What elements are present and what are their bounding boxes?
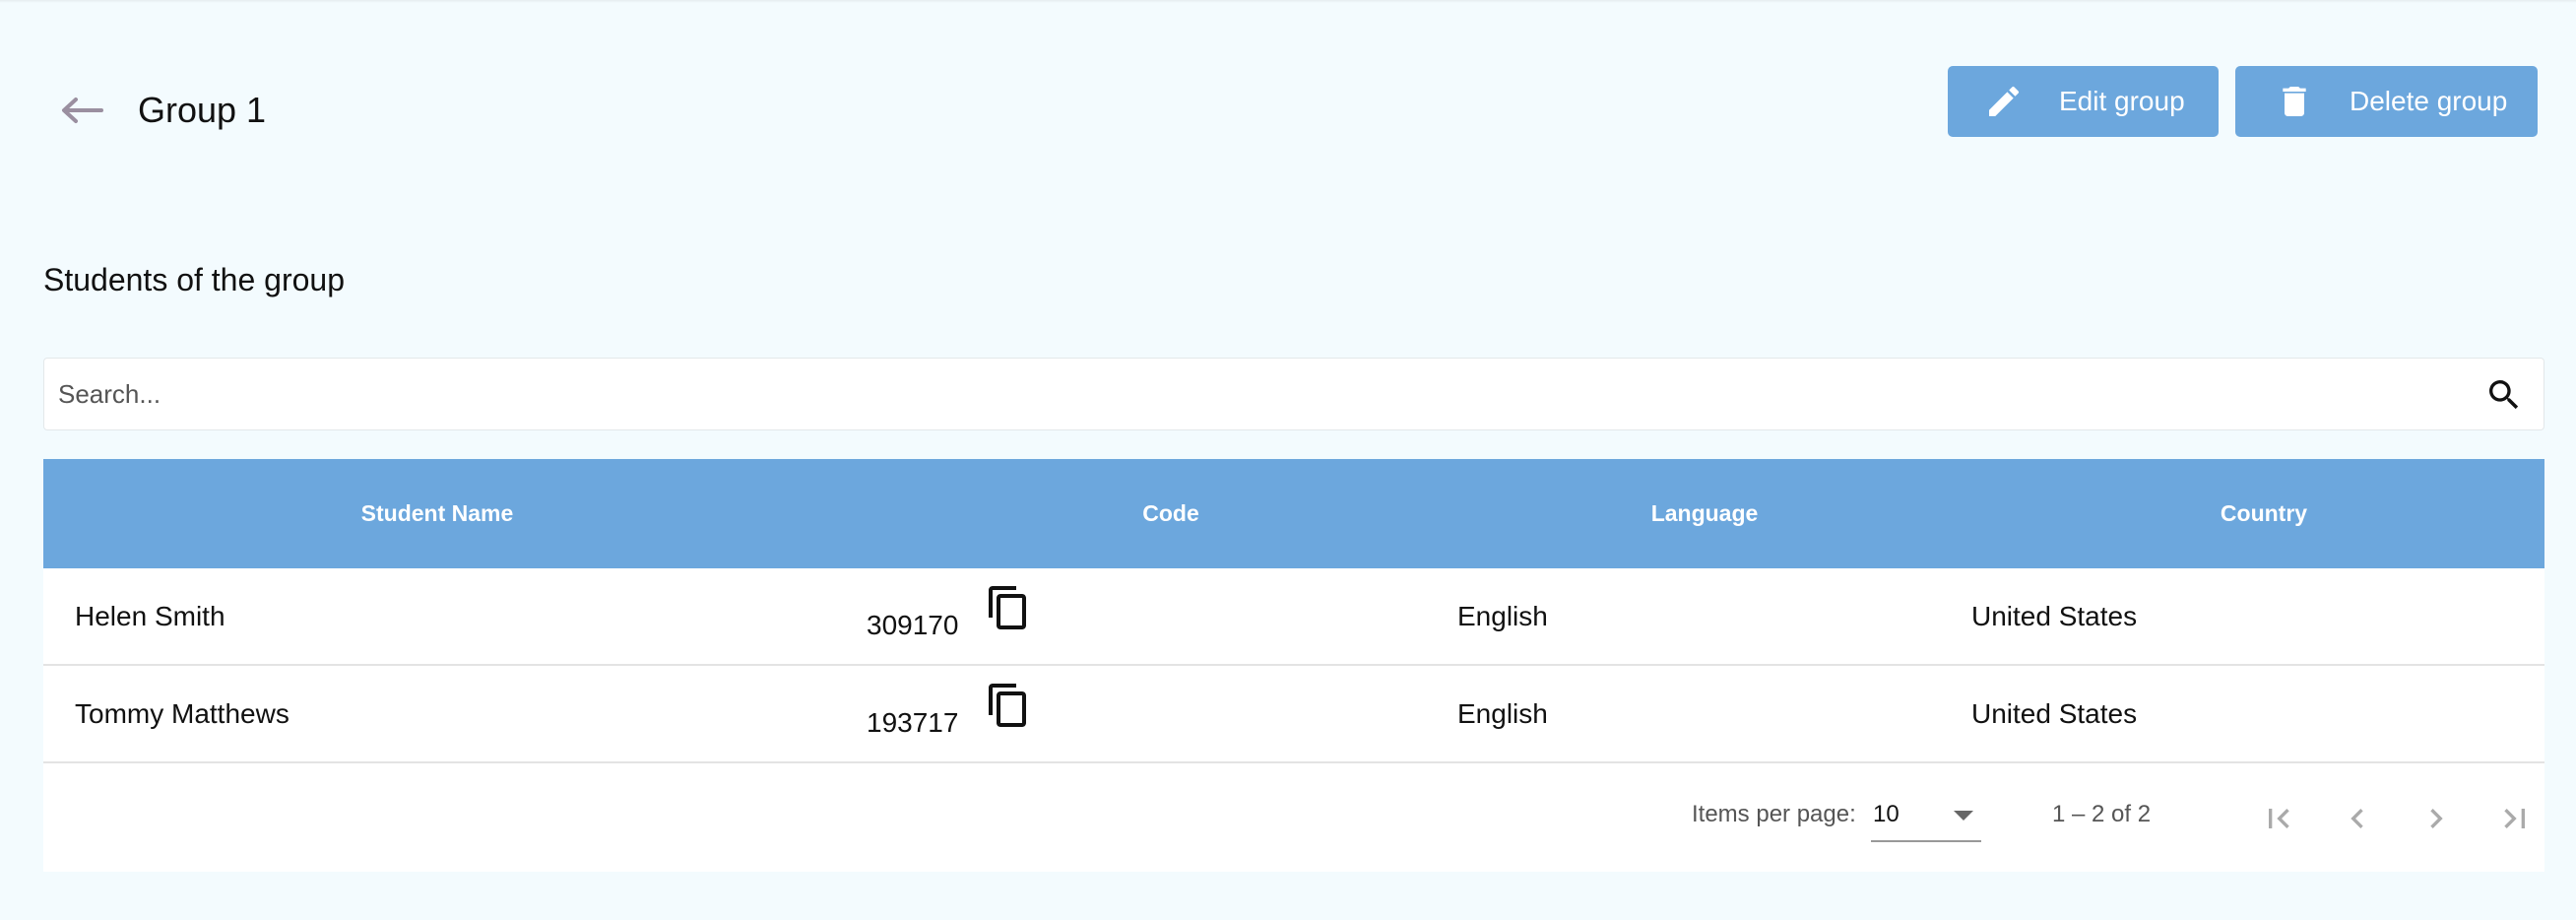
items-per-page-label: Items per page: bbox=[1692, 801, 1856, 827]
next-page-button[interactable] bbox=[2411, 793, 2462, 844]
first-page-button[interactable] bbox=[2253, 793, 2304, 844]
delete-group-button[interactable]: Delete group bbox=[2235, 66, 2538, 137]
code-cell: 193717 bbox=[867, 707, 959, 738]
country-cell: United States bbox=[1971, 698, 2138, 729]
arrow-back-icon bbox=[62, 98, 103, 123]
chevron-right-icon bbox=[2430, 809, 2443, 828]
first-page-icon bbox=[2269, 809, 2289, 828]
section-title: Students of the group bbox=[43, 262, 345, 297]
page-header: Group 1 Edit group Delete group bbox=[0, 0, 2576, 197]
back-button[interactable] bbox=[55, 87, 108, 134]
search-box bbox=[43, 358, 2544, 430]
students-table: Student Name Code Language Country Helen… bbox=[43, 459, 2544, 872]
edit-group-button[interactable]: Edit group bbox=[1948, 66, 2219, 137]
copy-icon[interactable] bbox=[985, 584, 1032, 631]
edit-group-label: Edit group bbox=[2059, 86, 2185, 116]
last-page-icon bbox=[2504, 809, 2525, 828]
chevron-left-icon bbox=[2351, 809, 2363, 828]
search-input[interactable] bbox=[58, 359, 2421, 429]
trash-icon bbox=[2273, 80, 2316, 123]
language-cell: English bbox=[1457, 601, 1548, 631]
pencil-icon bbox=[1982, 80, 2026, 123]
table-row[interactable]: Tommy Matthews 193717 English United Sta… bbox=[43, 666, 2544, 763]
items-per-page-value: 10 bbox=[1873, 801, 1900, 827]
items-per-page-select[interactable]: 10 bbox=[1871, 791, 1981, 842]
page-title: Group 1 bbox=[138, 90, 267, 130]
column-header-student-name[interactable]: Student Name bbox=[43, 459, 831, 568]
country-cell: United States bbox=[1971, 601, 2138, 631]
student-name-cell: Tommy Matthews bbox=[75, 698, 290, 729]
dropdown-caret-icon bbox=[1954, 811, 1973, 821]
previous-page-button[interactable] bbox=[2332, 793, 2383, 844]
language-cell: English bbox=[1457, 698, 1548, 729]
page-range: 1 – 2 of 2 bbox=[2052, 801, 2152, 827]
column-header-country[interactable]: Country bbox=[1924, 459, 2576, 568]
last-page-button[interactable] bbox=[2489, 793, 2541, 844]
delete-group-label: Delete group bbox=[2350, 86, 2508, 116]
search-icon[interactable] bbox=[2484, 375, 2524, 415]
copy-icon[interactable] bbox=[985, 682, 1032, 729]
paginator: Items per page: 10 1 – 2 of 2 bbox=[43, 763, 2544, 872]
table-header: Student Name Code Language Country bbox=[43, 459, 2544, 568]
student-name-cell: Helen Smith bbox=[75, 601, 225, 631]
table-row[interactable]: Helen Smith 309170 English United States bbox=[43, 568, 2544, 666]
code-cell: 309170 bbox=[867, 610, 959, 640]
